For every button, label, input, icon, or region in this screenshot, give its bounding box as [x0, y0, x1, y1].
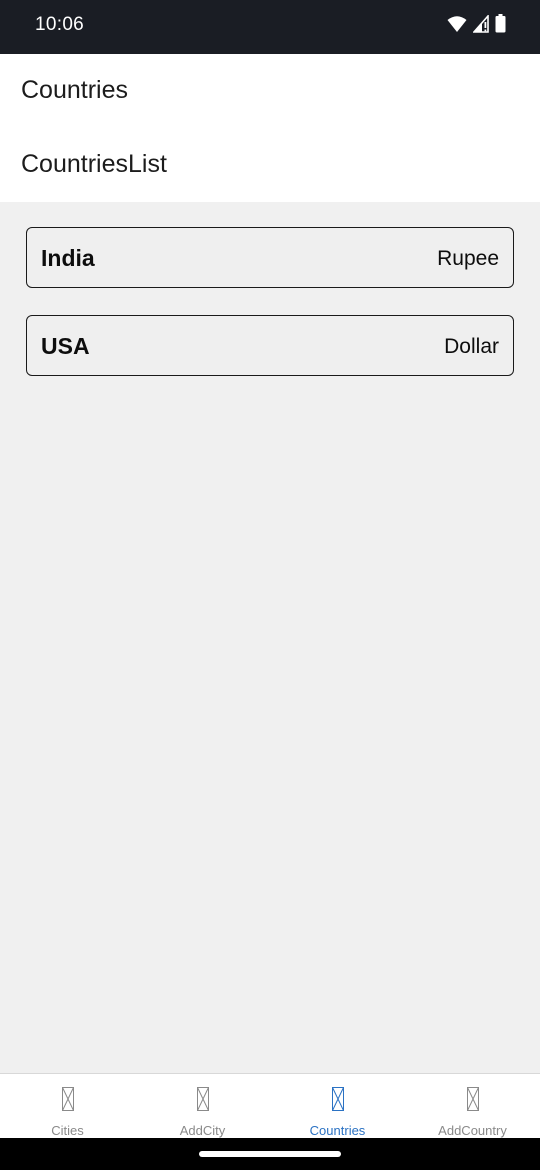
placeholder-icon	[466, 1087, 479, 1116]
status-icons	[447, 13, 506, 38]
tab-addcountry[interactable]: AddCountry	[405, 1074, 540, 1139]
country-card-india[interactable]: India Rupee	[26, 227, 514, 288]
country-currency: Rupee	[437, 247, 499, 270]
wifi-icon	[447, 15, 467, 38]
tab-label: AddCity	[179, 1123, 226, 1138]
placeholder-icon	[331, 1087, 344, 1116]
tab-countries[interactable]: Countries	[270, 1074, 405, 1139]
tab-addcity[interactable]: AddCity	[135, 1074, 270, 1139]
country-card-usa[interactable]: USA Dollar	[26, 315, 514, 376]
country-currency: Dollar	[444, 335, 499, 358]
tab-label: Countries	[309, 1123, 366, 1138]
battery-icon	[495, 14, 506, 38]
country-name: USA	[41, 333, 90, 359]
section-title: CountriesList	[21, 150, 167, 178]
country-list: India Rupee USA Dollar	[26, 227, 514, 403]
page-title: Countries	[21, 76, 128, 104]
cell-signal-icon	[472, 13, 489, 38]
placeholder-icon	[196, 1087, 209, 1116]
status-bar: 10:06	[0, 0, 540, 54]
tab-cities[interactable]: Cities	[0, 1074, 135, 1139]
tab-label: AddCountry	[438, 1123, 507, 1138]
system-nav-bar	[0, 1138, 540, 1170]
home-indicator[interactable]	[199, 1151, 341, 1157]
tab-label: Cities	[51, 1123, 84, 1138]
app-header: Countries	[0, 54, 540, 130]
placeholder-icon	[61, 1087, 74, 1116]
status-time: 10:06	[35, 14, 85, 35]
bottom-tab-bar: Cities AddCity Countries AddCountry	[0, 1073, 540, 1139]
country-name: India	[41, 245, 95, 271]
sub-header: CountriesList	[0, 130, 540, 202]
